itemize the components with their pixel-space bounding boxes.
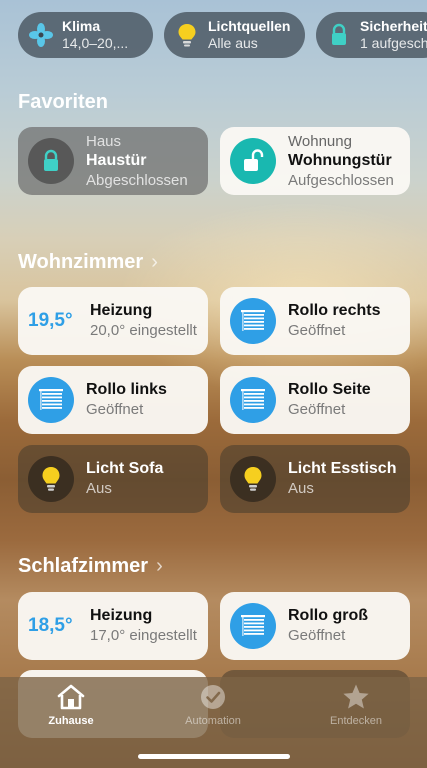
tile-wohnungstuer[interactable]: Wohnung Wohnungstür Aufgeschlossen xyxy=(220,127,410,195)
lightbulb-icon xyxy=(28,456,74,502)
tile-name: Rollo rechts xyxy=(288,302,381,319)
lock-icon xyxy=(332,23,346,45)
tile-status: Geöffnet xyxy=(288,322,346,339)
home-indicator[interactable] xyxy=(138,754,290,759)
tile-rollo-links[interactable]: Rollo links Geöffnet xyxy=(18,366,208,434)
tile-status: Aus xyxy=(288,480,314,497)
tile-name: Licht Sofa xyxy=(86,460,164,477)
tab-label: Zuhause xyxy=(48,715,94,727)
lightbulb-icon xyxy=(230,456,276,502)
star-icon xyxy=(343,684,369,709)
section-title-schlafzimmer[interactable]: Schlafzimmer › xyxy=(18,555,163,578)
fan-icon xyxy=(29,23,53,47)
tile-licht-sofa[interactable]: Licht Sofa Aus xyxy=(18,445,208,513)
temperature-value: 19,5° xyxy=(28,310,73,331)
blinds-icon xyxy=(28,377,74,423)
temperature-value: 18,5° xyxy=(28,615,73,636)
tile-status: Geöffnet xyxy=(288,401,346,418)
chip-subtitle: Alle aus xyxy=(208,35,258,51)
tile-rollo-seite[interactable]: Rollo Seite Geöffnet xyxy=(220,366,410,434)
tab-label: Entdecken xyxy=(330,715,382,727)
house-icon xyxy=(57,684,85,710)
tile-haustuer[interactable]: Haus Haustür Abgeschlossen xyxy=(18,127,208,195)
chip-sicherheit[interactable]: Sicherheit 1 aufgeschl xyxy=(316,12,427,58)
tile-status: Geöffnet xyxy=(86,401,144,418)
tile-heizung-wohnzimmer[interactable]: 19,5° Heizung 20,0° eingestellt xyxy=(18,287,208,355)
tile-rollo-rechts[interactable]: Rollo rechts Geöffnet xyxy=(220,287,410,355)
tile-status: 20,0° eingestellt xyxy=(90,322,197,339)
section-title-wohnzimmer[interactable]: Wohnzimmer › xyxy=(18,251,158,274)
blinds-icon xyxy=(230,603,276,649)
blinds-icon xyxy=(230,377,276,423)
section-title-label: Schlafzimmer xyxy=(18,555,149,577)
chip-klima[interactable]: Klima 14,0–20,... xyxy=(18,12,153,58)
chevron-right-icon: › xyxy=(151,251,158,273)
chip-title: Lichtquellen xyxy=(208,18,291,34)
chip-subtitle: 14,0–20,... xyxy=(62,35,129,51)
chevron-right-icon: › xyxy=(156,555,163,577)
tab-label: Automation xyxy=(185,715,241,727)
lightbulb-icon xyxy=(178,24,196,47)
chip-lichtquellen[interactable]: Lichtquellen Alle aus xyxy=(164,12,305,58)
tile-status: Geöffnet xyxy=(288,627,346,644)
tab-zuhause[interactable]: Zuhause xyxy=(11,683,131,727)
tab-automation[interactable]: Automation xyxy=(153,683,273,727)
tile-name: Licht Esstisch xyxy=(288,460,397,477)
section-title-label: Wohnzimmer xyxy=(18,251,144,273)
chip-title: Klima xyxy=(62,18,101,34)
tile-licht-esstisch[interactable]: Licht Esstisch Aus xyxy=(220,445,410,513)
tile-status: Abgeschlossen xyxy=(86,171,188,189)
tile-status: Aus xyxy=(86,480,112,497)
tile-room: Haus xyxy=(86,132,122,150)
tile-name: Rollo groß xyxy=(288,607,368,624)
section-title-favoriten: Favoriten xyxy=(18,91,108,114)
tile-name: Wohnungstür xyxy=(288,151,392,169)
tile-name: Heizung xyxy=(90,607,153,624)
chip-subtitle: 1 aufgeschl xyxy=(360,35,427,51)
unlocked-icon xyxy=(230,138,276,184)
tile-status: Aufgeschlossen xyxy=(288,171,394,189)
tile-status: 17,0° eingestellt xyxy=(90,627,197,644)
lock-icon xyxy=(28,138,74,184)
tile-name: Rollo links xyxy=(86,381,167,398)
tab-entdecken[interactable]: Entdecken xyxy=(296,683,416,727)
section-title-label: Favoriten xyxy=(18,91,109,113)
tile-rollo-gross[interactable]: Rollo groß Geöffnet xyxy=(220,592,410,660)
chip-title: Sicherheit xyxy=(360,18,427,34)
blinds-icon xyxy=(230,298,276,344)
tile-name: Haustür xyxy=(86,151,147,169)
tile-name: Heizung xyxy=(90,302,153,319)
clock-check-icon xyxy=(201,685,225,709)
tile-heizung-schlafzimmer[interactable]: 18,5° Heizung 17,0° eingestellt xyxy=(18,592,208,660)
tile-room: Wohnung xyxy=(288,132,352,150)
tile-name: Rollo Seite xyxy=(288,381,371,398)
